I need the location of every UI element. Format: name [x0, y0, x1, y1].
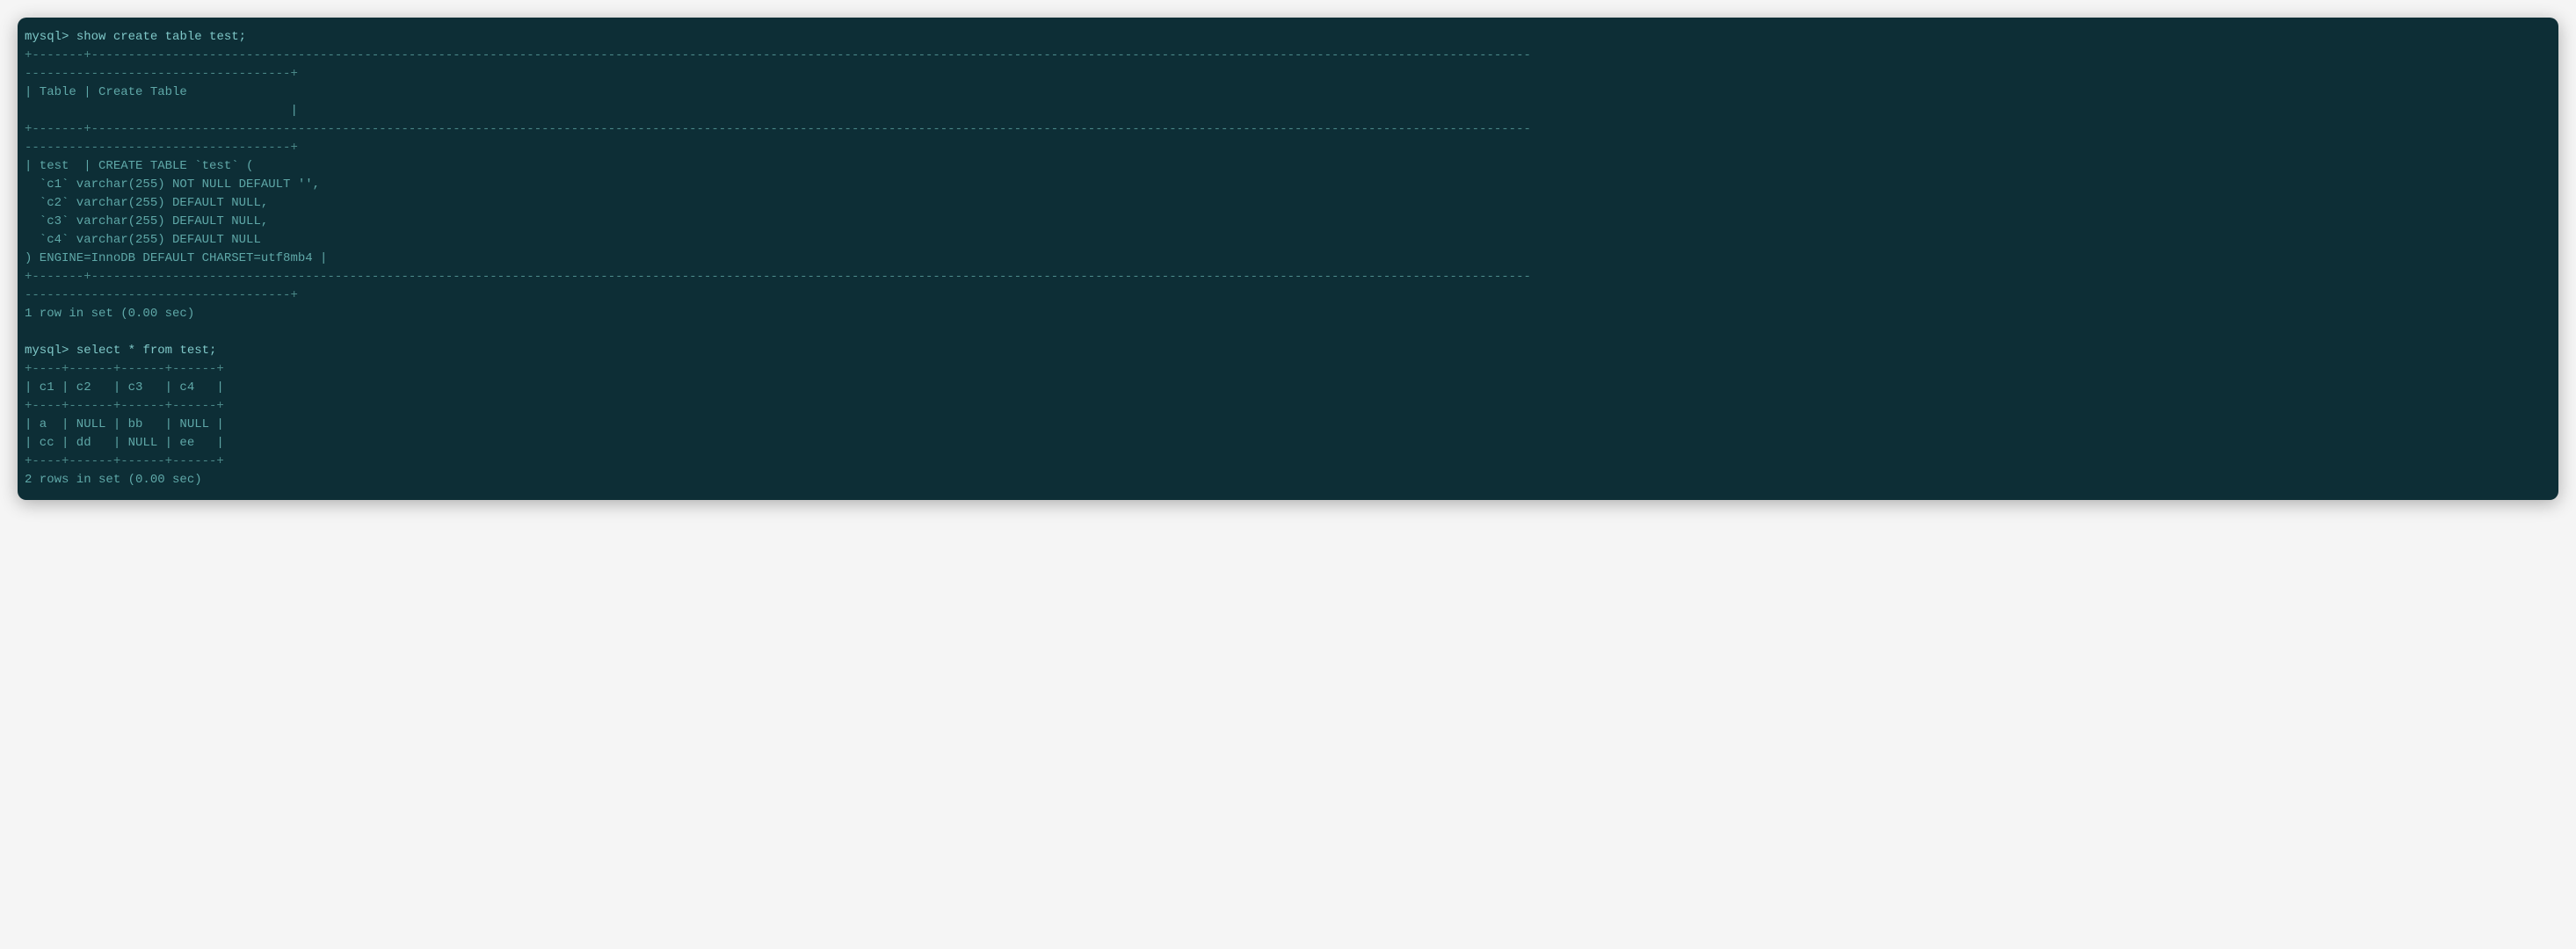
table-separator: +-------+-------------------------------… — [25, 270, 1531, 284]
result-summary: 2 rows in set (0.00 sec) — [25, 473, 202, 487]
sql-command-show-create: show create table test; — [76, 30, 246, 44]
table-separator: ------------------------------------+ — [25, 141, 298, 155]
table-row: | test | CREATE TABLE `test` ( — [25, 159, 253, 173]
table-header: | Table | Create Table — [25, 85, 187, 99]
result-summary: 1 row in set (0.00 sec) — [25, 307, 194, 321]
table-header: | — [25, 104, 298, 118]
mysql-prompt: mysql> — [25, 344, 69, 358]
table-separator: +-------+-------------------------------… — [25, 48, 1531, 62]
table-row: `c1` varchar(255) NOT NULL DEFAULT '', — [25, 177, 320, 192]
terminal-output: mysql> show create table test; +-------+… — [25, 28, 2551, 489]
table-row: `c3` varchar(255) DEFAULT NULL, — [25, 214, 268, 228]
table-separator: ------------------------------------+ — [25, 288, 298, 302]
table-separator: ------------------------------------+ — [25, 67, 298, 81]
table-separator: +----+------+------+------+ — [25, 399, 224, 413]
table-row: `c2` varchar(255) DEFAULT NULL, — [25, 196, 268, 210]
table-row: | cc | dd | NULL | ee | — [25, 436, 224, 450]
table-row: | a | NULL | bb | NULL | — [25, 417, 224, 431]
table-separator: +----+------+------+------+ — [25, 362, 224, 376]
table-separator: +-------+-------------------------------… — [25, 122, 1531, 136]
table-row: `c4` varchar(255) DEFAULT NULL — [25, 233, 261, 247]
table-separator: +----+------+------+------+ — [25, 454, 224, 468]
table-row: ) ENGINE=InnoDB DEFAULT CHARSET=utf8mb4 … — [25, 251, 327, 265]
sql-command-select: select * from test; — [76, 344, 217, 358]
table-header: | c1 | c2 | c3 | c4 | — [25, 380, 224, 395]
terminal-window: mysql> show create table test; +-------+… — [18, 18, 2558, 500]
mysql-prompt: mysql> — [25, 30, 69, 44]
